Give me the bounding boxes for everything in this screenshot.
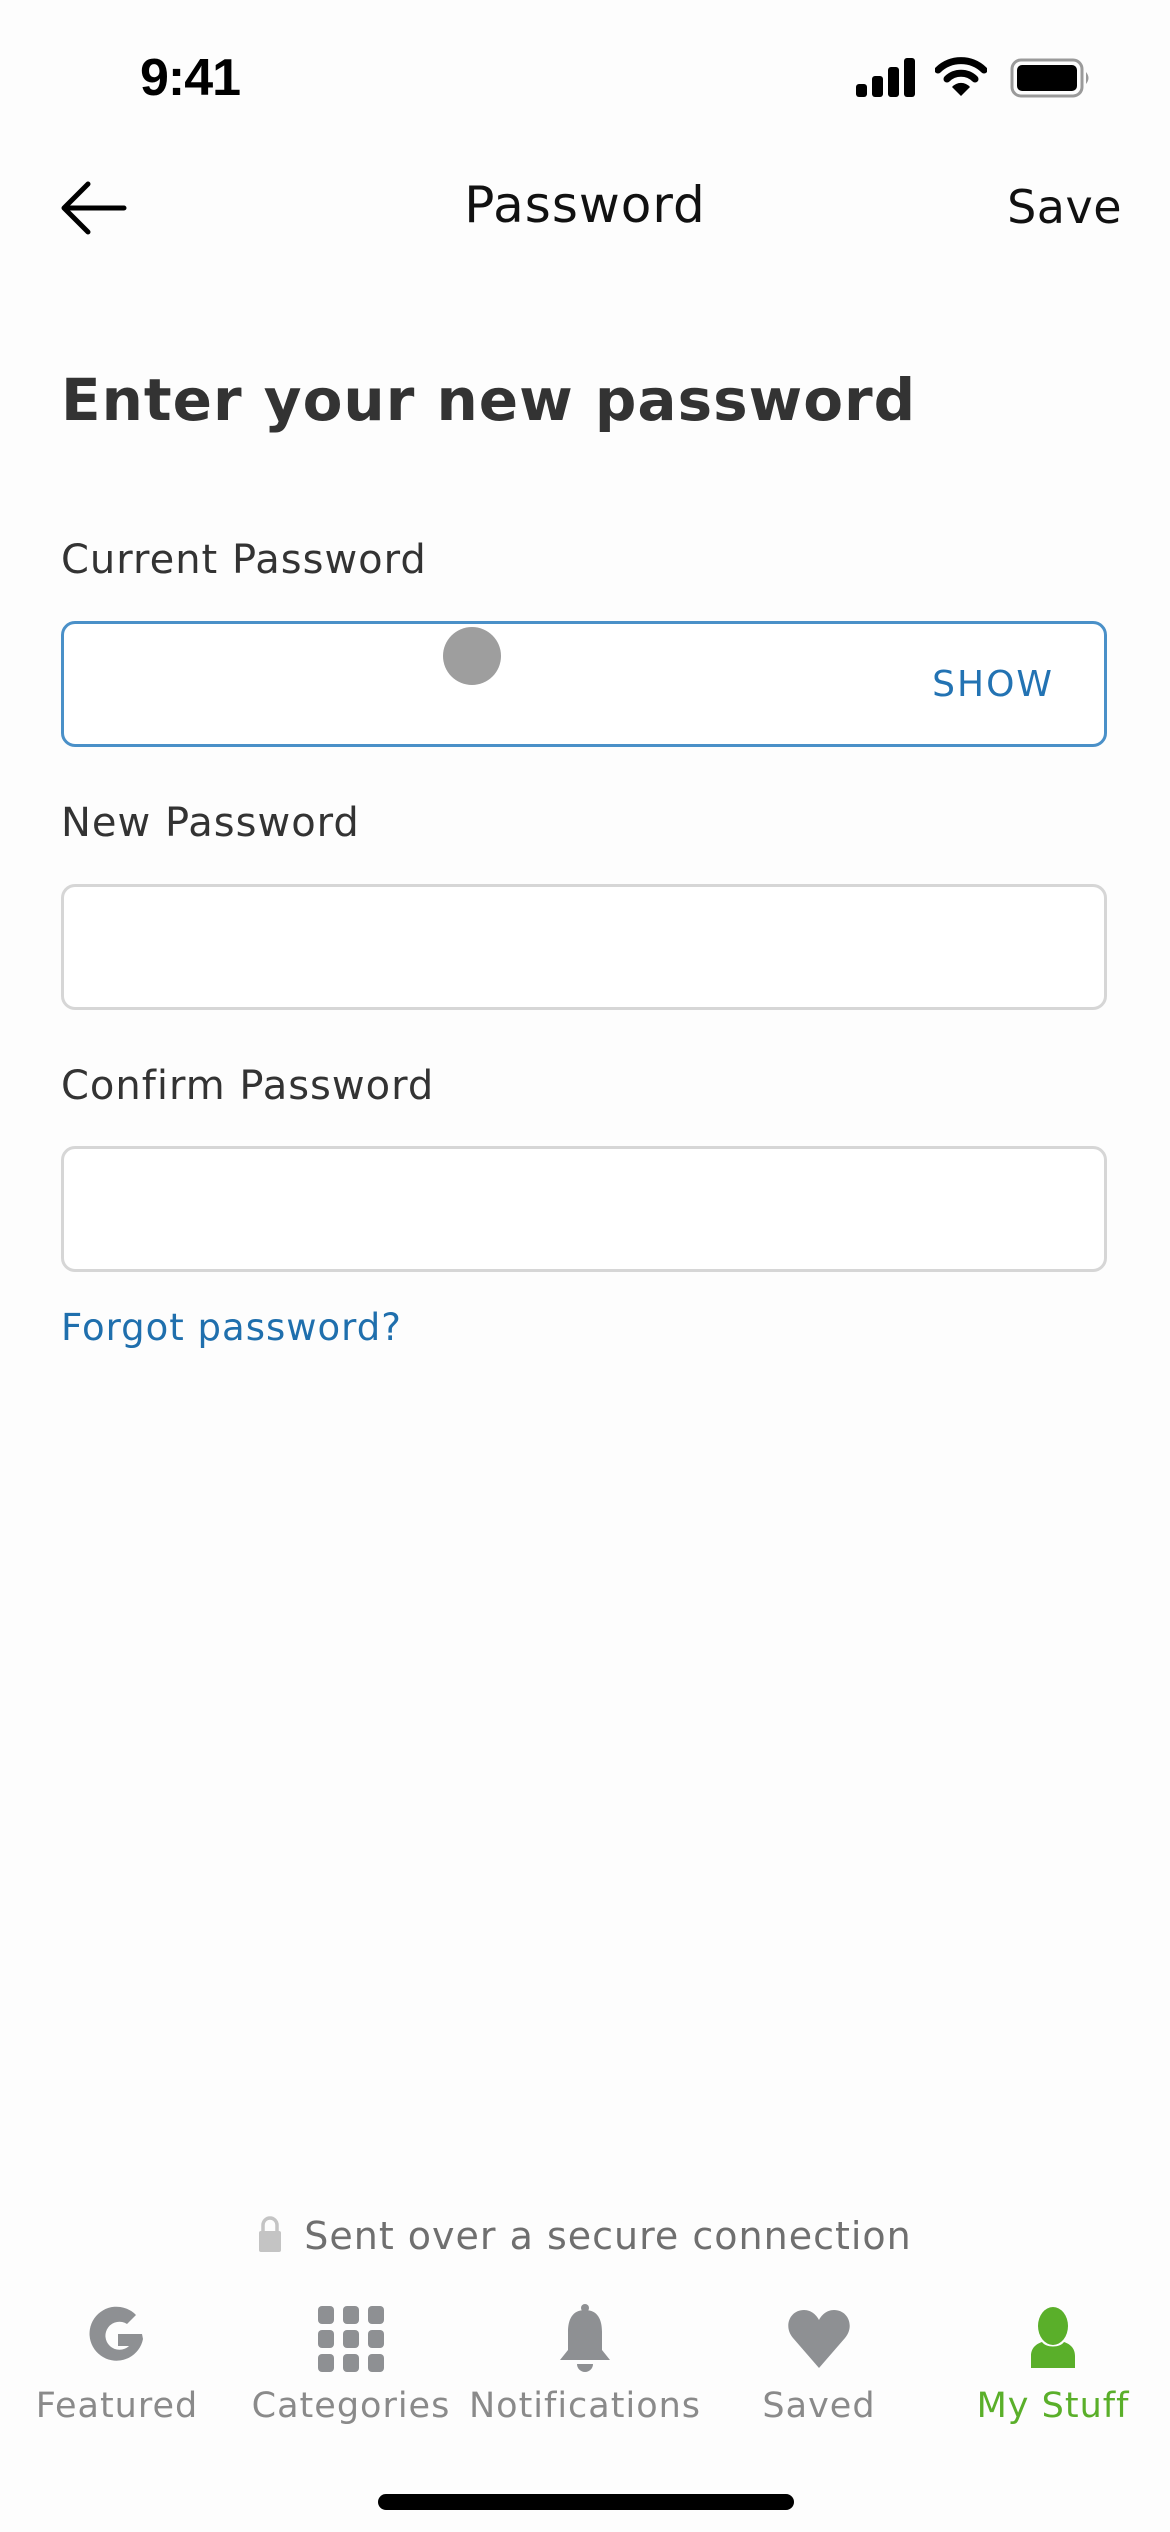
save-button[interactable]: Save — [1007, 180, 1122, 234]
tab-label: My Stuff — [976, 2386, 1130, 2426]
tab-categories[interactable]: Categories — [234, 2296, 468, 2446]
grid-icon — [318, 2306, 384, 2372]
wifi-icon — [935, 57, 987, 96]
tab-saved[interactable]: Saved — [702, 2296, 936, 2446]
touch-indicator — [443, 627, 501, 685]
tab-label: Notifications — [468, 2386, 702, 2426]
home-indicator[interactable] — [378, 2494, 794, 2510]
new-password-label: New Password — [61, 800, 360, 846]
tab-label: Categories — [251, 2386, 451, 2426]
show-password-toggle[interactable]: SHOW — [932, 664, 1054, 705]
secure-connection-notice: Sent over a secure connection — [0, 2214, 1170, 2258]
tab-featured[interactable]: Featured — [0, 2296, 234, 2446]
new-password-input[interactable] — [64, 887, 1104, 1007]
form-heading: Enter your new password — [61, 366, 917, 434]
new-password-field[interactable] — [61, 884, 1107, 1010]
page-title: Password — [464, 176, 706, 234]
heart-icon — [788, 2310, 850, 2368]
g-logo-icon — [89, 2306, 143, 2361]
tab-my-stuff[interactable]: My Stuff — [936, 2296, 1170, 2446]
battery-icon — [1010, 58, 1089, 98]
confirm-password-field[interactable] — [61, 1146, 1107, 1272]
bell-icon — [560, 2304, 610, 2372]
cellular-signal-icon — [856, 58, 915, 97]
tab-bar: Featured Categories Notifications Saved — [0, 2296, 1170, 2446]
tab-label: Saved — [762, 2386, 876, 2426]
current-password-label: Current Password — [61, 537, 427, 583]
user-icon — [1031, 2307, 1075, 2368]
confirm-password-input[interactable] — [64, 1149, 1104, 1269]
tab-label: Featured — [35, 2386, 199, 2426]
tab-notifications[interactable]: Notifications — [468, 2296, 702, 2446]
status-time: 9:41 — [140, 49, 241, 107]
lock-icon — [259, 2216, 282, 2252]
secure-connection-text: Sent over a secure connection — [304, 2214, 912, 2258]
forgot-password-link[interactable]: Forgot password? — [61, 1306, 402, 1349]
current-password-field[interactable]: SHOW — [61, 621, 1107, 747]
confirm-password-label: Confirm Password — [61, 1063, 435, 1109]
